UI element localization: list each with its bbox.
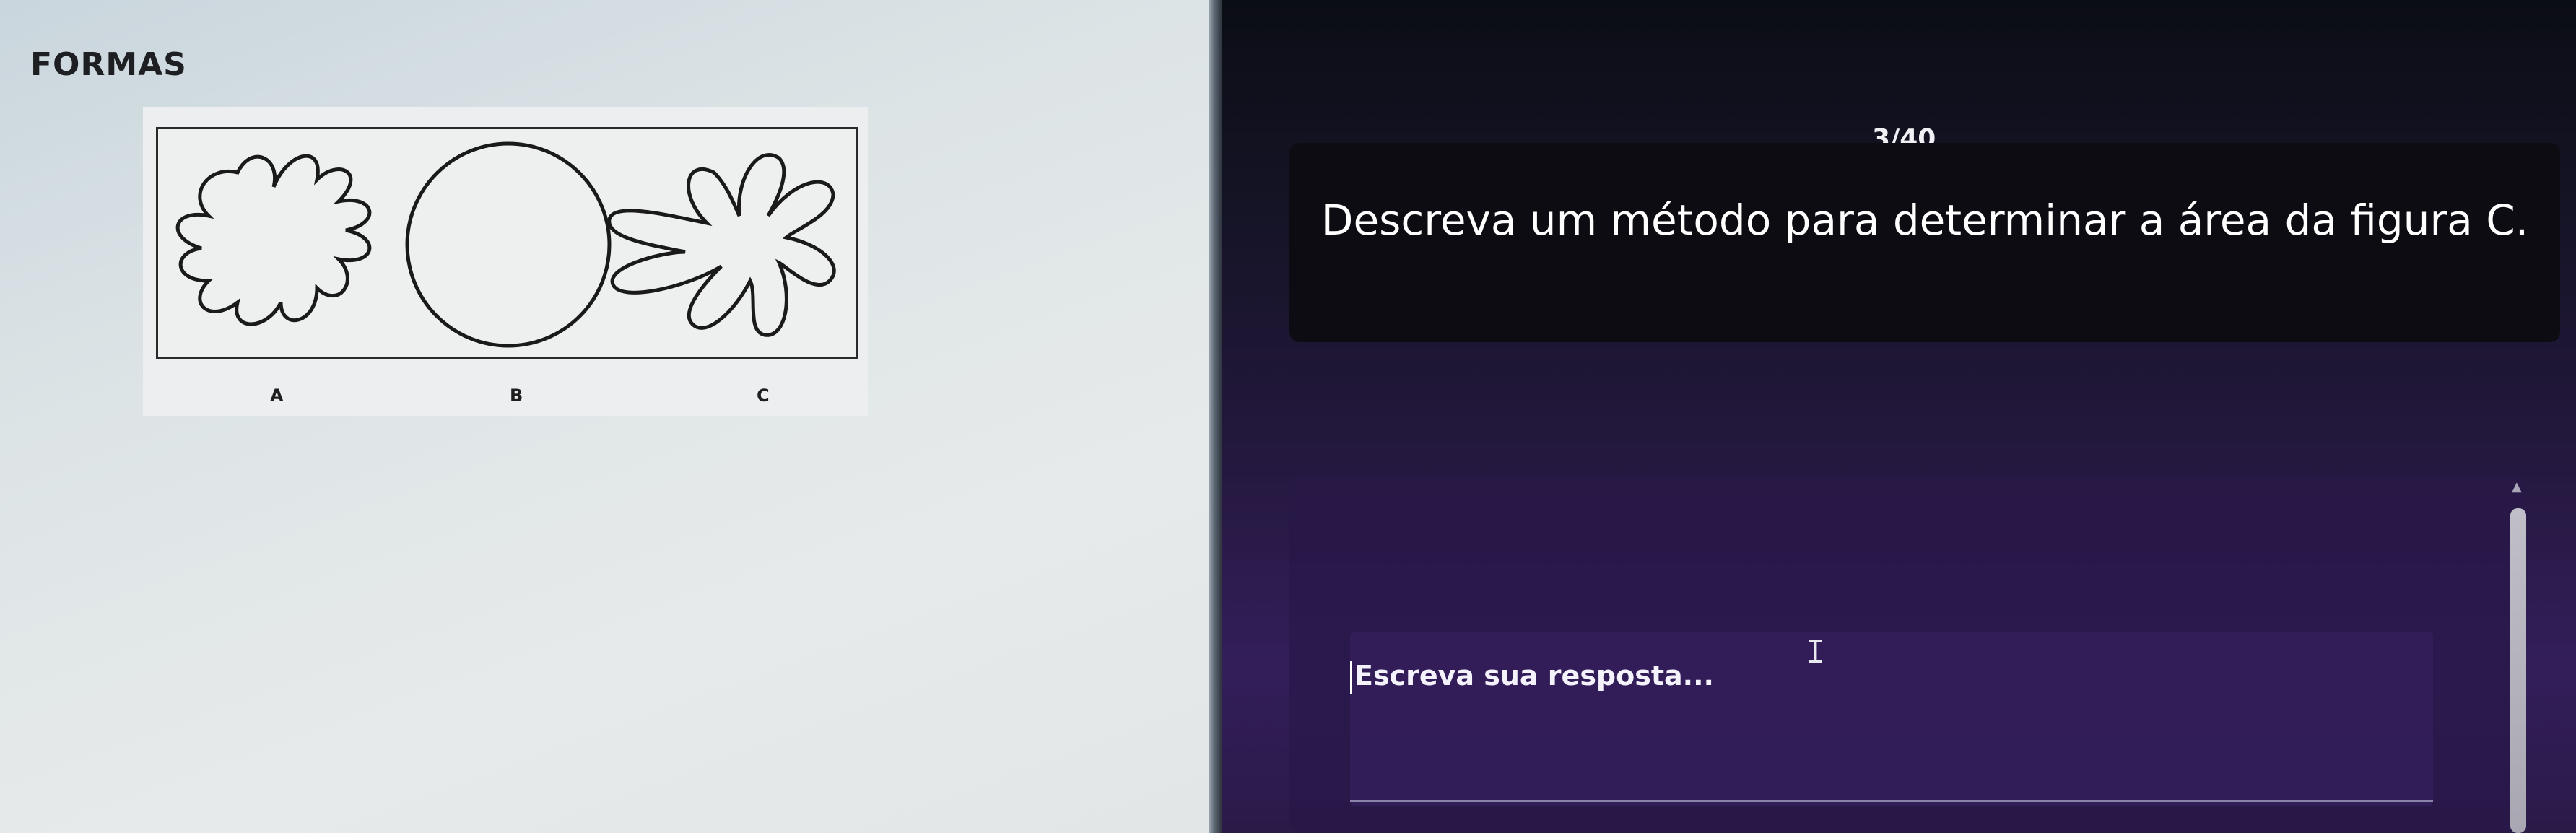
quiz-panel: 3/40 Descreva um método para determinar … [1222, 0, 2576, 833]
figure-label-c: C [757, 385, 770, 406]
shapes-figure: A B C [143, 107, 868, 416]
answer-scrollbar[interactable]: ▲ [2507, 476, 2529, 833]
scroll-up-icon[interactable]: ▲ [2512, 479, 2522, 494]
screen: FORMAS A B C 3/40 Descreva um método par… [0, 0, 2576, 833]
shapes-figure-frame [156, 127, 858, 359]
figure-label-b: B [510, 385, 523, 406]
question-card: Descreva um método para determinar a áre… [1289, 143, 2560, 342]
scroll-thumb[interactable] [2510, 508, 2526, 833]
answer-underline [1350, 800, 2433, 802]
screen-divider [1209, 0, 1222, 833]
ibeam-cursor-icon: I [1806, 634, 1825, 671]
shapes-drawing [175, 141, 836, 348]
answer-card: Escreva sua resposta... I [1289, 476, 2524, 833]
shape-c [607, 153, 836, 337]
shapes-panel: FORMAS A B C [0, 0, 1209, 833]
answer-input[interactable]: Escreva sua resposta... [1350, 632, 2433, 806]
text-caret [1350, 661, 1352, 694]
shapes-title: FORMAS [30, 46, 187, 83]
answer-placeholder: Escreva sua resposta... [1354, 660, 1714, 692]
figure-label-a: A [270, 385, 284, 406]
question-text: Descreva um método para determinar a áre… [1320, 196, 2529, 245]
shape-a [175, 154, 372, 326]
shape-b [405, 141, 612, 348]
